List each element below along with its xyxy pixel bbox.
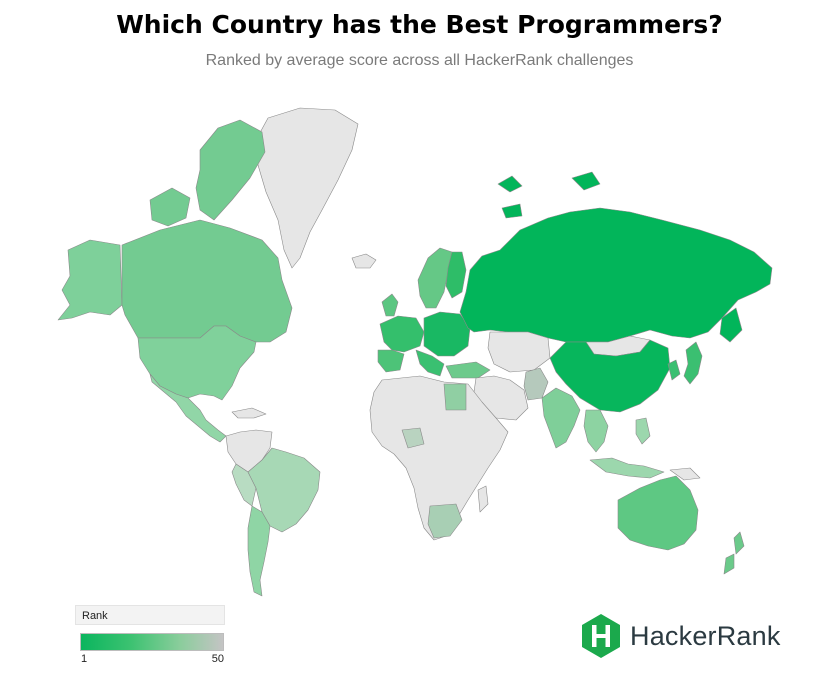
- region-southeast-asia[interactable]: [583, 409, 609, 453]
- region-india[interactable]: [541, 387, 581, 449]
- region-canada-islands-2[interactable]: [149, 187, 191, 227]
- region-turkey[interactable]: [445, 361, 491, 379]
- region-japan[interactable]: [683, 341, 703, 385]
- region-australia[interactable]: [617, 475, 699, 551]
- region-iceland[interactable]: [351, 253, 377, 269]
- region-madagascar[interactable]: [477, 485, 489, 513]
- region-iberia[interactable]: [377, 349, 405, 373]
- region-egypt[interactable]: [443, 383, 467, 411]
- rank-legend: Rank 1 50: [75, 605, 227, 667]
- brand-name: HackerRank: [630, 620, 781, 651]
- region-indonesia[interactable]: [589, 457, 665, 479]
- region-philippines[interactable]: [635, 417, 651, 445]
- region-central-asia[interactable]: [487, 331, 551, 373]
- region-caribbean[interactable]: [231, 407, 267, 419]
- region-western-europe[interactable]: [379, 315, 425, 353]
- region-south-africa[interactable]: [427, 503, 463, 539]
- region-canada-islands[interactable]: [195, 119, 266, 221]
- chart-subtitle: Ranked by average score across all Hacke…: [205, 52, 634, 69]
- hackerrank-brand: HackerRank: [580, 612, 781, 660]
- legend-gradient-bar: [80, 633, 224, 651]
- region-alaska[interactable]: [57, 239, 123, 321]
- region-uk[interactable]: [381, 293, 399, 317]
- region-korea[interactable]: [667, 359, 681, 381]
- world-map: [57, 107, 773, 597]
- chart-title: Which Country has the Best Programmers?: [116, 10, 723, 39]
- region-canada[interactable]: [121, 219, 293, 343]
- region-pakistan[interactable]: [523, 367, 549, 401]
- hackerrank-hexagon-logo-icon: [582, 614, 620, 658]
- legend-title: Rank: [75, 605, 225, 625]
- legend-max-label: 50: [211, 653, 224, 665]
- legend-min-label: 1: [81, 653, 88, 665]
- region-greenland[interactable]: [255, 107, 359, 269]
- region-new-zealand[interactable]: [723, 531, 745, 575]
